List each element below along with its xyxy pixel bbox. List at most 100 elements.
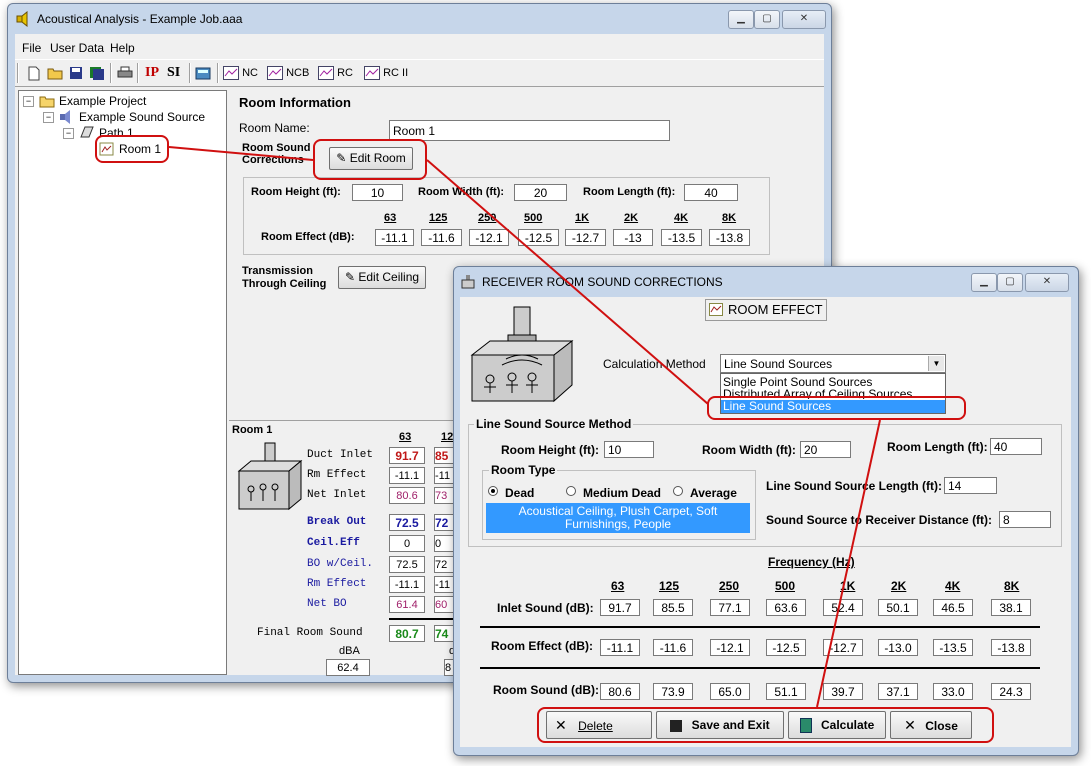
row-label-bo-w-ceil: BO w/Ceil.: [307, 558, 374, 570]
radio-dead-label[interactable]: Dead: [505, 486, 534, 500]
dlg-effect-cell: -12.5: [766, 639, 806, 656]
sound-cell: 33.0: [933, 683, 973, 700]
project-tree[interactable]: − Example Project − Example Sound Source…: [18, 90, 227, 675]
si-units-button[interactable]: SI: [167, 64, 180, 82]
maximize-button[interactable]: ▢: [754, 10, 780, 29]
dlg-effect-cell: -11.6: [653, 639, 693, 656]
summary-col-header: 12: [441, 431, 454, 443]
calc-method-value: Line Sound Sources: [724, 357, 833, 371]
inlet-cell: 46.5: [933, 599, 973, 616]
save-all-icon[interactable]: [89, 66, 105, 80]
freq-header: 1K: [575, 212, 590, 224]
summary-col-header: 63: [399, 431, 412, 443]
menu-file[interactable]: File: [22, 41, 41, 55]
radio-dead[interactable]: [488, 486, 498, 496]
inlet-cell: 77.1: [710, 599, 750, 616]
line-sound-method-title: Line Sound Source Method: [474, 417, 634, 431]
dialog-maximize-button[interactable]: ▢: [997, 273, 1023, 292]
highlight-line-sources-option: [707, 396, 966, 420]
duct-inlet-63: 91.7: [389, 447, 425, 464]
freq-header: 2K: [624, 212, 639, 224]
room-effect-cell: -12.7: [565, 229, 606, 246]
dlg-length-input[interactable]: 40: [990, 438, 1042, 455]
room-effect-label: Room Effect (dB):: [261, 231, 355, 243]
width-field[interactable]: 20: [514, 184, 567, 201]
sound-cell: 37.1: [878, 683, 918, 700]
sound-cell: 65.0: [710, 683, 750, 700]
open-folder-icon[interactable]: [47, 66, 63, 80]
toolbar: IP SI NC NCB RC RC II: [15, 59, 824, 87]
radio-average[interactable]: [673, 486, 683, 496]
tree-item-sound-source[interactable]: Example Sound Source: [79, 110, 205, 124]
dba-value: 62.4: [326, 659, 370, 676]
print-icon[interactable]: [117, 66, 133, 80]
length-field[interactable]: 40: [684, 184, 738, 201]
summary-divider: [389, 618, 461, 620]
radio-medium-dead[interactable]: [566, 486, 576, 496]
length-label: Room Length (ft):: [583, 186, 676, 198]
new-file-icon[interactable]: [27, 66, 41, 81]
calculator-icon[interactable]: [195, 66, 211, 80]
highlight-edit-room-button: [313, 139, 427, 180]
dlg-effect-cell: -12.7: [823, 639, 863, 656]
toolbar-grip: [17, 63, 19, 83]
room-diagram-icon: [237, 442, 303, 511]
rc2-chart-button[interactable]: RC II: [364, 64, 408, 82]
final-room-sound-label: Final Room Sound: [257, 627, 363, 639]
menu-help[interactable]: Help: [110, 41, 135, 55]
sound-cell: 39.7: [823, 683, 863, 700]
main-title: Acoustical Analysis - Example Job.aaa: [37, 12, 243, 26]
radio-medium-dead-label[interactable]: Medium Dead: [583, 486, 661, 500]
ncb-chart-button[interactable]: NCB: [267, 64, 309, 82]
close-window-button[interactable]: ✕: [782, 10, 826, 29]
ip-units-button[interactable]: IP: [145, 64, 159, 82]
line-length-input[interactable]: 14: [944, 477, 997, 494]
rc-label: RC: [337, 67, 353, 79]
room-effect-tab[interactable]: ROOM EFFECT: [705, 299, 827, 321]
main-titlebar[interactable]: Acoustical Analysis - Example Job.aaa ▁ …: [8, 4, 831, 34]
distance-input[interactable]: 8: [999, 511, 1051, 528]
collapse-toggle[interactable]: −: [23, 96, 34, 107]
radio-average-label[interactable]: Average: [690, 486, 737, 500]
corrections-label-1: Room Sound: [242, 142, 311, 154]
ncb-label: NCB: [286, 67, 310, 79]
rc2-label: RC II: [383, 67, 409, 79]
tree-item-project[interactable]: Example Project: [59, 94, 146, 108]
ceil-eff-63: 0: [389, 535, 425, 552]
dlg-freq-header: 1K: [840, 579, 856, 593]
dlg-effect-cell: -13.8: [991, 639, 1031, 656]
dlg-freq-header: 8K: [1004, 579, 1020, 593]
collapse-toggle[interactable]: −: [63, 128, 74, 139]
row-label-rm-effect-2: Rm Effect: [307, 578, 367, 590]
chevron-down-icon[interactable]: ▼: [928, 356, 944, 371]
calc-method-select[interactable]: Line Sound Sources ▼: [720, 354, 946, 373]
save-icon[interactable]: [69, 66, 83, 80]
rc-chart-button[interactable]: RC: [318, 64, 353, 82]
room-sound-label: Room Sound (dB):: [493, 683, 599, 697]
room-name-input[interactable]: Room 1: [389, 120, 670, 141]
table-divider: [480, 667, 1040, 669]
nc-label: NC: [242, 67, 258, 79]
dialog-titlebar[interactable]: RECEIVER ROOM SOUND CORRECTIONS ▁ ▢ ✕: [454, 267, 1078, 297]
room-effect-cell: -13.8: [709, 229, 750, 246]
menu-user-data[interactable]: User Data: [50, 41, 104, 55]
dialog-close-button[interactable]: ✕: [1025, 273, 1069, 292]
path-icon: [80, 126, 94, 138]
dialog-minimize-button[interactable]: ▁: [971, 273, 997, 292]
collapse-toggle[interactable]: −: [43, 112, 54, 123]
dlg-effect-cell: -13.0: [878, 639, 918, 656]
minimize-button[interactable]: ▁: [728, 10, 754, 29]
room-name-label: Room Name:: [239, 121, 310, 135]
dlg-width-input[interactable]: 20: [800, 441, 851, 458]
dlg-height-input[interactable]: 10: [604, 441, 654, 458]
calc-method-label: Calculation Method: [603, 357, 706, 371]
height-field[interactable]: 10: [352, 184, 403, 201]
toolbar-separator: [189, 63, 191, 83]
edit-pencil-icon: ✎: [344, 270, 355, 284]
highlight-dialog-buttons: [537, 707, 994, 743]
row-label-ceil-eff: Ceil.Eff: [307, 537, 360, 549]
dlg-freq-header: 250: [719, 579, 740, 593]
edit-ceiling-button[interactable]: ✎ Edit Ceiling: [338, 266, 426, 289]
nc-chart-button[interactable]: NC: [223, 64, 258, 82]
final-room-sound-63: 80.7: [389, 625, 425, 642]
